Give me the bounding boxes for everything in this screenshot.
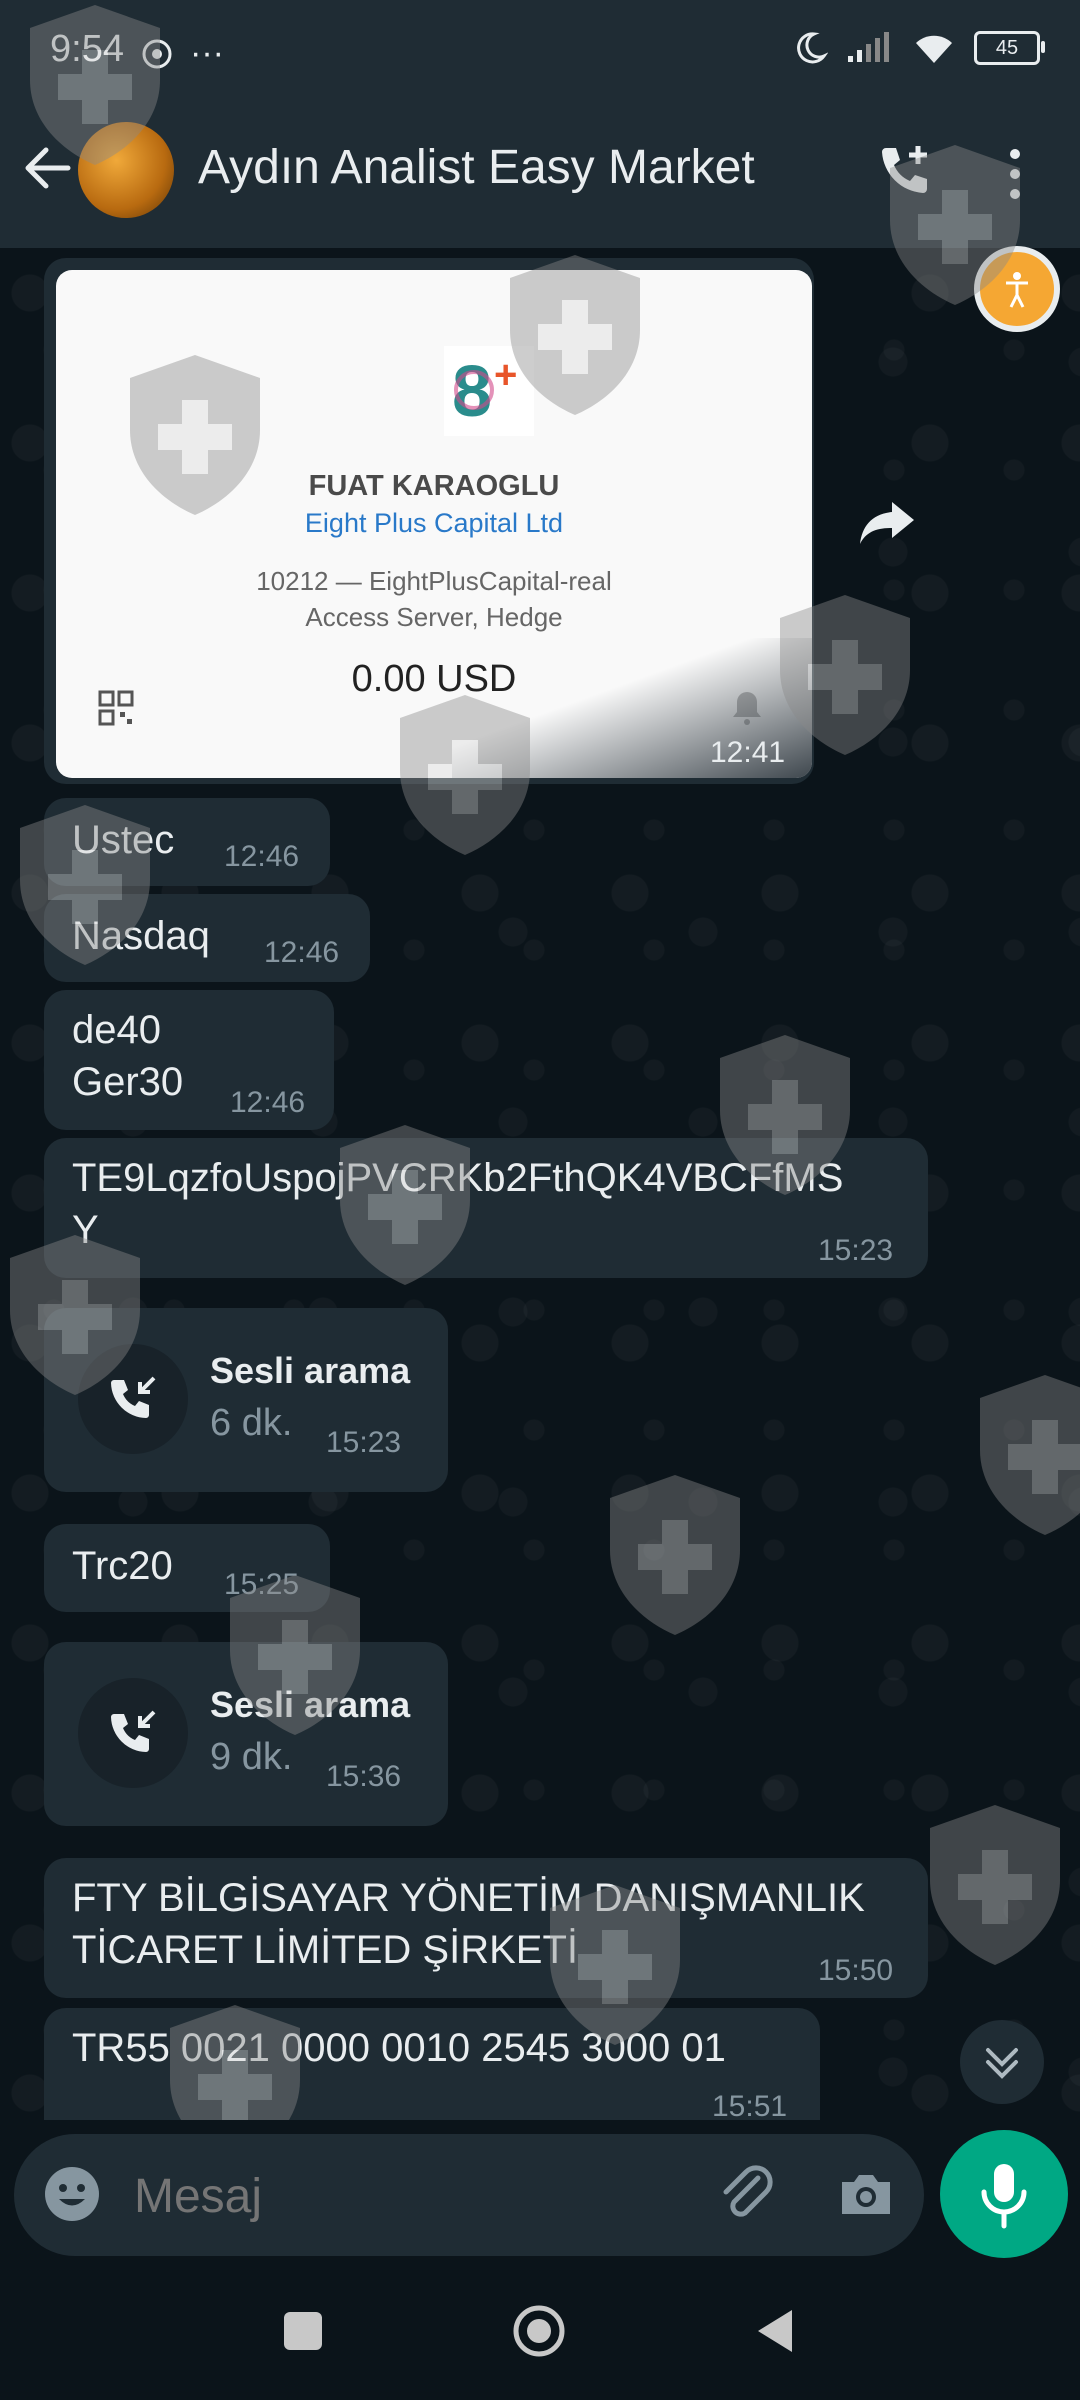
double-chevron-down-icon — [986, 2048, 1018, 2079]
message-time: 12:41 — [710, 736, 786, 769]
account-card-image[interactable]: 8 + FUAT KARAOGLU Eight Plus Capital Ltd … — [56, 270, 812, 778]
recent-apps-button[interactable] — [284, 2312, 322, 2350]
wifi-icon — [916, 35, 952, 63]
call-duration: 6 dk. — [210, 1402, 293, 1444]
chrome-icon — [142, 39, 172, 68]
message-text: Trc20 — [72, 1544, 173, 1588]
camera-icon[interactable] — [836, 2164, 896, 2224]
call-icon-circle — [78, 1678, 188, 1788]
message-time: 15:36 — [326, 1760, 402, 1793]
accessibility-button[interactable] — [974, 246, 1060, 332]
call-icon-circle — [78, 1344, 188, 1454]
message-time: 15:25 — [224, 1568, 300, 1601]
incoming-call-icon — [111, 1710, 156, 1752]
message-text: Nasdaq — [72, 914, 210, 958]
voice-message-button[interactable] — [940, 2130, 1068, 2258]
add-call-icon[interactable] — [872, 140, 936, 204]
message-text: Ustec — [72, 818, 175, 862]
card-holder-name: FUAT KARAOGLU — [308, 470, 560, 502]
qr-code-icon — [98, 690, 134, 726]
message-text: de40 — [72, 1008, 161, 1052]
status-bar: 9:54 ··· 45 — [0, 0, 1080, 100]
message-text: FTY BİLGİSAYAR YÖNETİM DANIŞMANLIK — [72, 1876, 865, 1920]
contact-avatar[interactable] — [78, 122, 174, 218]
forward-icon[interactable] — [858, 498, 916, 546]
message-text: Ger30 — [72, 1060, 184, 1104]
message-text: Y — [72, 1208, 99, 1252]
battery-icon: 45 — [974, 31, 1045, 65]
do-not-disturb-moon-icon — [797, 32, 828, 64]
call-title: Sesli arama — [210, 1684, 411, 1725]
chat-title[interactable]: Aydın Analist Easy Market — [198, 140, 755, 195]
message-time: 15:23 — [326, 1426, 402, 1459]
message-text: TİCARET LİMİTED ŞİRKETİ — [72, 1928, 578, 1972]
message-time: 15:50 — [818, 1954, 894, 1987]
back-arrow-icon[interactable] — [18, 138, 78, 198]
message-time: 12:46 — [230, 1086, 306, 1119]
accessibility-icon — [1006, 272, 1028, 308]
system-back-button[interactable] — [752, 2304, 798, 2358]
message-text: TR55 0021 0000 0010 2545 3000 01 — [72, 2026, 726, 2070]
eight-plus-logo: 8 + — [444, 346, 534, 436]
card-account: 10212 — EightPlusCapital-real — [256, 566, 612, 596]
signal-icon — [848, 32, 889, 62]
more-notifications-icon: ··· — [190, 34, 224, 72]
message-input[interactable] — [132, 2168, 696, 2225]
home-button[interactable] — [512, 2304, 566, 2358]
call-duration: 9 dk. — [210, 1736, 293, 1778]
card-company: Eight Plus Capital Ltd — [304, 508, 564, 538]
paperclip-attach-icon[interactable] — [714, 2160, 780, 2226]
call-title: Sesli arama — [210, 1350, 411, 1391]
emoji-icon[interactable] — [42, 2164, 102, 2224]
status-time: 9:54 — [50, 28, 124, 70]
microphone-icon — [981, 2164, 1027, 2229]
message-time: 15:23 — [818, 1234, 894, 1267]
message-text: TE9LqzfoUspojPVCRKb2FthQK4VBCFfMS — [72, 1156, 844, 1200]
svg-text:+: + — [494, 353, 517, 397]
incoming-call-icon — [111, 1376, 156, 1418]
scroll-to-bottom-button[interactable] — [960, 2020, 1044, 2104]
message-time: 15:51 — [712, 2090, 788, 2120]
card-server: Access Server, Hedge — [305, 602, 563, 632]
overflow-menu-icon[interactable] — [1000, 146, 1030, 202]
message-time: 12:46 — [224, 840, 300, 873]
message-time: 12:46 — [264, 936, 340, 969]
